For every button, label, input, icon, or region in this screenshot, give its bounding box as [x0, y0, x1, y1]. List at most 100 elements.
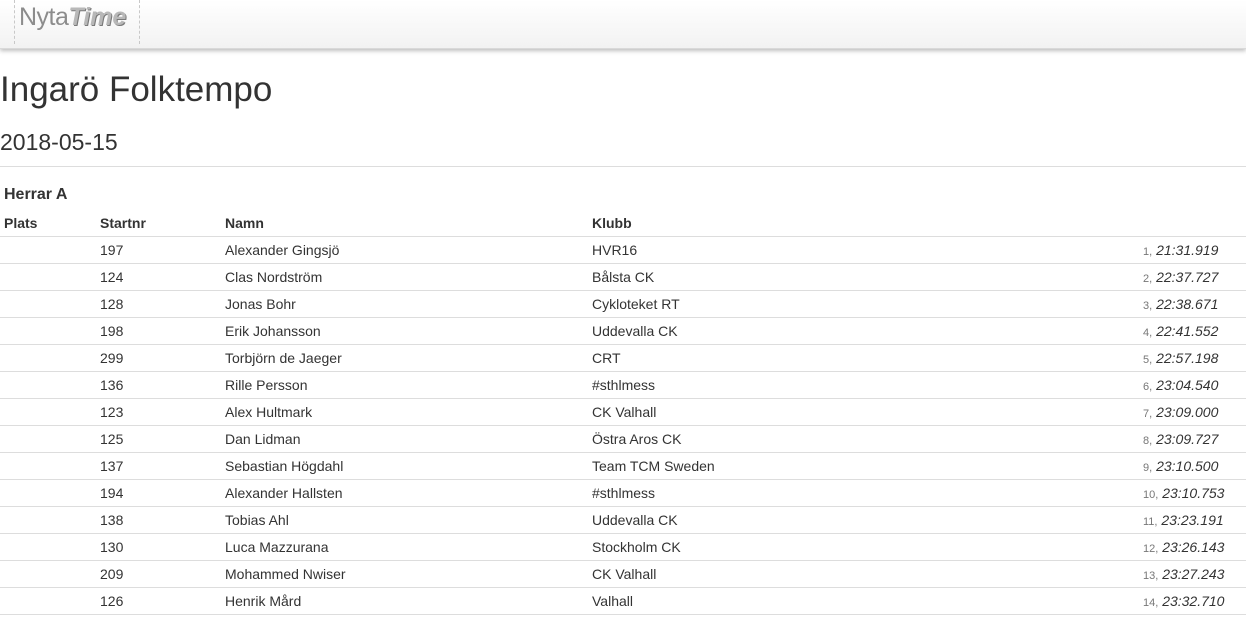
header-time [1112, 210, 1246, 237]
cell-startnr: 123 [100, 398, 225, 426]
cell-namn: Dan Lidman [225, 425, 592, 453]
cell-namn: Mohammed Nwiser [225, 560, 592, 588]
time-value: 23:09.727 [1156, 431, 1219, 447]
cell-namn: Rille Persson [225, 371, 592, 399]
cell-time: 11, 23:23.191 [1112, 506, 1246, 534]
cell-startnr: 125 [100, 425, 225, 453]
rank-label: 5, [1143, 354, 1153, 366]
cell-time: 7, 23:09.000 [1112, 398, 1246, 426]
table-row: 136 Rille Persson #sthlmess 6, 23:04.540 [0, 371, 1246, 399]
cell-time: 6, 23:04.540 [1112, 371, 1246, 399]
cell-startnr: 299 [100, 344, 225, 372]
cell-klubb: Cykloteket RT [592, 290, 1112, 318]
cell-plats [0, 533, 100, 561]
cell-namn: Alexander Hallsten [225, 479, 592, 507]
rank-label: 6, [1143, 381, 1153, 393]
table-row: 209 Mohammed Nwiser CK Valhall 13, 23:27.24… [0, 560, 1246, 588]
cell-namn: Erik Johansson [225, 317, 592, 345]
cell-klubb: CK Valhall [592, 560, 1112, 588]
cell-plats [0, 344, 100, 372]
rank-label: 7, [1143, 408, 1153, 420]
cell-startnr: 138 [100, 506, 225, 534]
rank-label: 14, [1143, 597, 1159, 609]
time-value: 23:04.540 [1156, 377, 1219, 393]
event-date: 2018-05-15 [0, 129, 118, 155]
cell-namn: Clas Nordström [225, 263, 592, 291]
header-klubb: Klubb [592, 210, 1112, 237]
rank-label: 9, [1143, 462, 1153, 474]
cell-namn: Jonas Bohr [225, 290, 592, 318]
cell-time: 10, 23:10.753 [1112, 479, 1246, 507]
table-row: 138 Tobias Ahl Uddevalla CK 11, 23:23.191 [0, 506, 1246, 534]
time-value: 23:23.191 [1161, 512, 1224, 528]
rank-label: 11, [1143, 516, 1158, 528]
rank-label: 3, [1143, 300, 1153, 312]
cell-plats [0, 263, 100, 291]
cell-klubb: HVR16 [592, 236, 1112, 264]
cell-klubb: Uddevalla CK [592, 506, 1112, 534]
cell-time: 4, 22:41.552 [1112, 317, 1246, 345]
cell-plats [0, 506, 100, 534]
cell-namn: Alexander Gingsjö [225, 236, 592, 264]
cell-plats [0, 452, 100, 480]
cell-plats [0, 317, 100, 345]
navbar: NytaTime [0, 0, 1246, 49]
cell-klubb: CK Valhall [592, 398, 1112, 426]
rank-label: 13, [1143, 570, 1159, 582]
header-startnr: Startnr [100, 210, 225, 237]
time-value: 23:27.243 [1162, 566, 1225, 582]
cell-namn: Sebastian Högdahl [225, 452, 592, 480]
cell-startnr: 198 [100, 317, 225, 345]
cell-time: 13, 23:27.243 [1112, 560, 1246, 588]
cell-plats [0, 398, 100, 426]
cell-time: 12, 23:26.143 [1112, 533, 1246, 561]
table-row: 126 Henrik Mård Valhall 14, 23:32.710 [0, 587, 1246, 615]
header-plats: Plats [0, 210, 100, 237]
nytatime-logo[interactable]: NytaTime [14, 0, 140, 44]
cell-klubb: Östra Aros CK [592, 425, 1112, 453]
time-value: 23:10.500 [1156, 458, 1219, 474]
cell-plats [0, 236, 100, 264]
table-row: 130 Luca Mazzurana Stockholm CK 12, 23:26.1… [0, 533, 1246, 561]
cell-startnr: 130 [100, 533, 225, 561]
cell-time: 9, 23:10.500 [1112, 452, 1246, 480]
cell-time: 14, 23:32.710 [1112, 587, 1246, 615]
cell-plats [0, 290, 100, 318]
cell-startnr: 197 [100, 236, 225, 264]
rank-label: 12, [1143, 543, 1159, 555]
rank-label: 10, [1143, 489, 1159, 501]
cell-time: 2, 22:37.727 [1112, 263, 1246, 291]
cell-namn: Luca Mazzurana [225, 533, 592, 561]
cell-time: 3, 22:38.671 [1112, 290, 1246, 318]
rank-label: 1, [1143, 246, 1153, 258]
time-value: 23:10.753 [1162, 485, 1225, 501]
rank-label: 8, [1143, 435, 1153, 447]
time-value: 22:37.727 [1156, 269, 1219, 285]
cell-plats [0, 371, 100, 399]
rank-label: 4, [1143, 327, 1153, 339]
cell-startnr: 126 [100, 587, 225, 615]
time-value: 22:38.671 [1156, 296, 1219, 312]
results-table: Plats Startnr Namn Klubb 197 Alexander Gi… [0, 210, 1246, 615]
cell-klubb: Team TCM Sweden [592, 452, 1112, 480]
cell-namn: Torbjörn de Jaeger [225, 344, 592, 372]
header-namn: Namn [225, 210, 592, 237]
cell-startnr: 194 [100, 479, 225, 507]
logo-text-nyta: Nyta [19, 3, 69, 31]
cell-klubb: CRT [592, 344, 1112, 372]
cell-namn: Alex Hultmark [225, 398, 592, 426]
cell-klubb: Uddevalla CK [592, 317, 1112, 345]
table-row: 124 Clas Nordström Bålsta CK 2, 22:37.727 [0, 263, 1246, 291]
cell-klubb: #sthlmess [592, 479, 1112, 507]
table-row: 123 Alex Hultmark CK Valhall 7, 23:09.000 [0, 398, 1246, 426]
cell-plats [0, 479, 100, 507]
cell-plats [0, 560, 100, 588]
time-value: 22:41.552 [1156, 323, 1219, 339]
results-body: 197 Alexander Gingsjö HVR16 1, 21:31.919 124… [0, 236, 1246, 615]
cell-klubb: Valhall [592, 587, 1112, 615]
cell-startnr: 128 [100, 290, 225, 318]
table-row: 299 Torbjörn de Jaeger CRT 5, 22:57.198 [0, 344, 1246, 372]
time-value: 23:09.000 [1156, 404, 1219, 420]
cell-startnr: 209 [100, 560, 225, 588]
table-row: 198 Erik Johansson Uddevalla CK 4, 22:41.55… [0, 317, 1246, 345]
